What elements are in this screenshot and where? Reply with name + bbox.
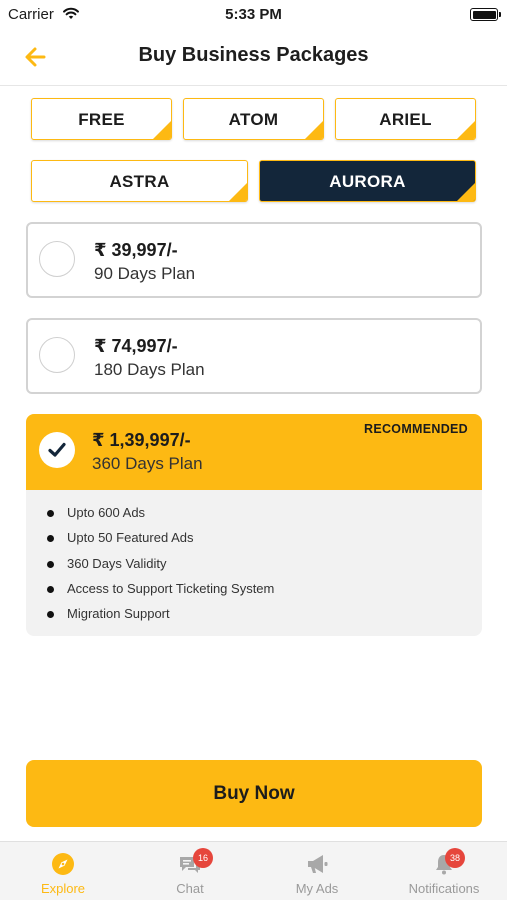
plan-option-360-days[interactable]: RECOMMENDED ₹ 1,39,997/- 360 Days Plan: [26, 414, 482, 490]
nav-label: Notifications: [408, 881, 480, 896]
package-tab-aurora[interactable]: AURORA: [259, 160, 476, 202]
nav-my-ads[interactable]: My Ads: [254, 842, 380, 901]
corner-marker: [153, 121, 171, 139]
feature-item: Upto 50 Featured Ads: [26, 529, 482, 554]
feature-item: Upto 600 Ads: [26, 504, 482, 529]
package-tab-label: FREE: [78, 110, 125, 129]
plan-option-180-days[interactable]: ₹ 74,997/- 180 Days Plan: [26, 318, 482, 394]
recommended-badge: RECOMMENDED: [364, 422, 468, 436]
feature-text: Migration Support: [67, 606, 170, 622]
feature-text: 360 Days Validity: [67, 555, 167, 571]
nav-label: Explore: [40, 881, 86, 896]
feature-item: Access to Support Ticketing System: [26, 580, 482, 605]
package-tab-label: ASTRA: [109, 172, 170, 191]
plan-price: ₹ 74,997/-: [94, 336, 178, 356]
plan-radio[interactable]: [39, 337, 75, 373]
clock: 5:33 PM: [225, 6, 282, 23]
corner-marker: [305, 121, 323, 139]
plan-price: ₹ 1,39,997/-: [92, 430, 191, 450]
megaphone-icon: [305, 852, 329, 876]
nav-label: Chat: [176, 881, 204, 896]
package-tab-label: AURORA: [329, 172, 406, 191]
compass-icon: [51, 852, 75, 876]
nav-chat[interactable]: 16 Chat: [127, 842, 253, 901]
feature-item: 360 Days Validity: [26, 555, 482, 580]
bottom-nav: Explore 16 Chat My Ads 38 Notifications: [0, 841, 507, 900]
feature-text: Access to Support Ticketing System: [67, 580, 275, 596]
corner-marker: [457, 121, 475, 139]
package-tab-astra[interactable]: ASTRA: [31, 160, 248, 202]
corner-marker: [229, 183, 247, 201]
notifications-badge: 38: [445, 848, 465, 868]
feature-item: Migration Support: [26, 605, 482, 630]
plan-duration: 360 Days Plan: [92, 454, 203, 473]
nav-explore[interactable]: Explore: [0, 842, 126, 901]
header: Buy Business Packages: [0, 30, 507, 86]
plan-features-list: Upto 600 Ads Upto 50 Featured Ads 360 Da…: [26, 490, 482, 636]
bullet-icon: [47, 585, 54, 593]
package-tab-label: ATOM: [228, 110, 279, 129]
package-tab-free[interactable]: FREE: [31, 98, 172, 140]
corner-marker: [457, 183, 475, 201]
plan-radio[interactable]: [39, 241, 75, 277]
feature-text: Upto 600 Ads: [67, 505, 146, 520]
plan-radio-checked[interactable]: [39, 432, 75, 468]
package-tab-ariel[interactable]: ARIEL: [335, 98, 476, 140]
nav-notifications[interactable]: 38 Notifications: [381, 842, 507, 901]
plan-duration: 90 Days Plan: [94, 264, 196, 283]
bullet-icon: [47, 510, 54, 517]
battery-icon: [470, 8, 501, 21]
feature-text: Upto 50 Featured Ads: [67, 530, 194, 546]
status-bar: Carrier 5:33 PM: [0, 0, 507, 30]
checkmark-icon: [48, 442, 66, 457]
plan-option-90-days[interactable]: ₹ 39,997/- 90 Days Plan: [26, 222, 482, 298]
buy-now-label: Buy Now: [213, 783, 295, 804]
bullet-icon: [47, 611, 54, 619]
package-tab-label: ARIEL: [379, 110, 432, 129]
plan-price: ₹ 39,997/-: [94, 240, 178, 260]
bullet-icon: [47, 535, 54, 543]
nav-label: My Ads: [295, 881, 339, 896]
buy-now-button[interactable]: Buy Now: [26, 760, 482, 827]
chat-badge: 16: [193, 848, 213, 868]
package-tab-atom[interactable]: ATOM: [183, 98, 324, 140]
bullet-icon: [47, 560, 54, 568]
plan-duration: 180 Days Plan: [94, 360, 205, 379]
page-title: Buy Business Packages: [138, 44, 369, 66]
